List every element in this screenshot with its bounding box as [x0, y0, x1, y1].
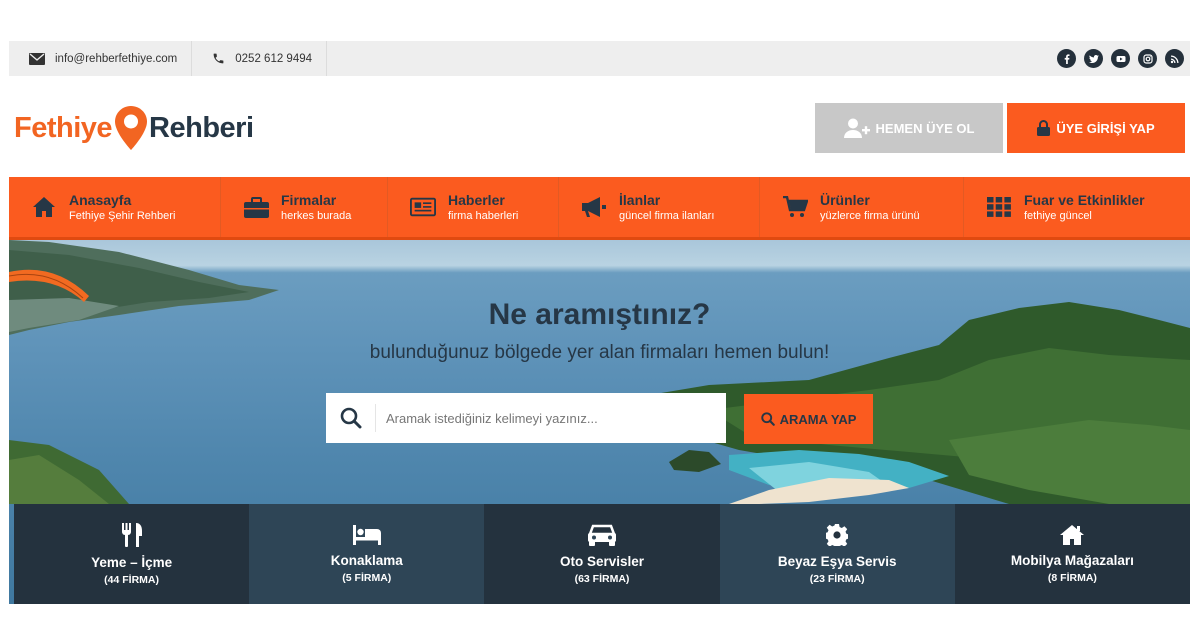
category-food[interactable]: Yeme – İçme (44 FİRMA)	[14, 504, 250, 604]
twitter-icon[interactable]	[1084, 49, 1103, 68]
register-label: HEMEN ÜYE OL	[875, 120, 975, 136]
category-count: (8 FİRMA)	[1047, 571, 1097, 584]
bed-icon	[352, 524, 381, 545]
category-count: (63 FİRMA)	[574, 572, 630, 585]
email-contact[interactable]: info@rehberfethiye.com	[9, 41, 193, 76]
search-icon	[760, 412, 775, 426]
category-accommodation[interactable]: Konaklama (5 FİRMA)	[249, 504, 485, 604]
logo-text-rehberi: Rehberi	[149, 111, 254, 144]
envelope-icon	[29, 52, 45, 65]
lock-icon	[1037, 120, 1051, 136]
login-button[interactable]: ÜYE GİRİŞİ YAP	[1007, 103, 1185, 153]
register-button[interactable]: HEMEN ÜYE OL	[815, 103, 1003, 153]
page: info@rehberfethiye.com 0252 612 9494 Fet…	[0, 0, 1200, 630]
login-label: ÜYE GİRİŞİ YAP	[1056, 120, 1155, 136]
nav-subtitle: firma haberleri	[448, 209, 519, 222]
nav-item-home[interactable]: Anasayfa Fethiye Şehir Rehberi	[9, 177, 221, 237]
nav-item-ads[interactable]: İlanlar güncel firma ilanları	[559, 177, 760, 237]
briefcase-icon	[243, 194, 269, 220]
nav-subtitle: herkes burada	[281, 209, 352, 222]
nav-title: Ürünler	[820, 191, 870, 208]
nav-subtitle: güncel firma ilanları	[619, 209, 715, 222]
megaphone-icon	[581, 194, 607, 220]
social-links	[1057, 49, 1190, 68]
category-count: (23 FİRMA)	[809, 572, 865, 585]
home-icon	[31, 194, 57, 220]
search-icon	[326, 404, 376, 432]
site-logo[interactable]: Fethiye Rehberi	[14, 104, 254, 152]
youtube-icon[interactable]	[1111, 49, 1130, 68]
category-title: Yeme – İçme	[91, 554, 173, 570]
category-auto-service[interactable]: Oto Servisler (63 FİRMA)	[484, 504, 720, 604]
category-count: (5 FİRMA)	[342, 571, 392, 584]
hero-subtitle: bulunduğunuz bölgede yer alan firmaları …	[369, 342, 830, 363]
car-icon	[588, 524, 616, 546]
add-user-icon	[843, 118, 870, 138]
gear-icon	[826, 523, 849, 546]
main-nav: Anasayfa Fethiye Şehir Rehberi Firmalar he…	[9, 177, 1190, 240]
search-input[interactable]	[376, 393, 716, 443]
search-box	[326, 393, 726, 443]
hero-title: Ne aramıştınız?	[488, 298, 711, 331]
nav-title: İlanlar	[619, 191, 661, 208]
grid-icon	[986, 194, 1012, 220]
category-strip: Yeme – İçme (44 FİRMA) Konaklama (5 FİRM…	[14, 504, 1191, 604]
email-text: info@rehberfethiye.com	[55, 52, 178, 65]
utensils-icon	[121, 522, 142, 547]
nav-title: Haberler	[448, 191, 505, 208]
category-title: Oto Servisler	[559, 553, 645, 569]
search-button[interactable]: ARAMA YAP	[744, 394, 873, 444]
phone-contact[interactable]: 0252 612 9494	[192, 41, 328, 76]
phone-icon	[213, 53, 224, 64]
logo-text-fethiye: Fethiye	[14, 111, 113, 144]
location-pin-icon	[115, 106, 148, 150]
rss-icon[interactable]	[1165, 49, 1184, 68]
house-icon	[1060, 524, 1085, 545]
instagram-icon[interactable]	[1138, 49, 1157, 68]
nav-item-products[interactable]: Ürünler yüzlerce firma ürünü	[760, 177, 964, 237]
phone-text: 0252 612 9494	[235, 52, 313, 65]
cart-icon	[782, 194, 808, 220]
category-title: Konaklama	[330, 552, 403, 568]
search-button-label: ARAMA YAP	[779, 411, 857, 427]
category-title: Mobilya Mağazaları	[1010, 552, 1134, 568]
category-title: Beyaz Eşya Servis	[777, 553, 897, 569]
nav-item-events[interactable]: Fuar ve Etkinlikler fethiye güncel	[964, 177, 1190, 237]
facebook-icon[interactable]	[1057, 49, 1076, 68]
nav-subtitle: yüzlerce firma ürünü	[820, 209, 920, 222]
nav-title: Anasayfa	[69, 191, 132, 208]
top-bar: info@rehberfethiye.com 0252 612 9494	[9, 41, 1190, 76]
category-count: (44 FİRMA)	[104, 573, 160, 586]
nav-subtitle: Fethiye Şehir Rehberi	[69, 209, 176, 222]
nav-title: Fuar ve Etkinlikler	[1024, 191, 1145, 208]
newspaper-icon	[410, 194, 436, 220]
nav-title: Firmalar	[281, 191, 337, 208]
category-furniture-stores[interactable]: Mobilya Mağazaları (8 FİRMA)	[954, 504, 1191, 604]
nav-item-firms[interactable]: Firmalar herkes burada	[221, 177, 388, 237]
category-appliance-service[interactable]: Beyaz Eşya Servis (23 FİRMA)	[719, 504, 955, 604]
nav-subtitle: fethiye güncel	[1024, 209, 1092, 222]
nav-item-news[interactable]: Haberler firma haberleri	[388, 177, 559, 237]
